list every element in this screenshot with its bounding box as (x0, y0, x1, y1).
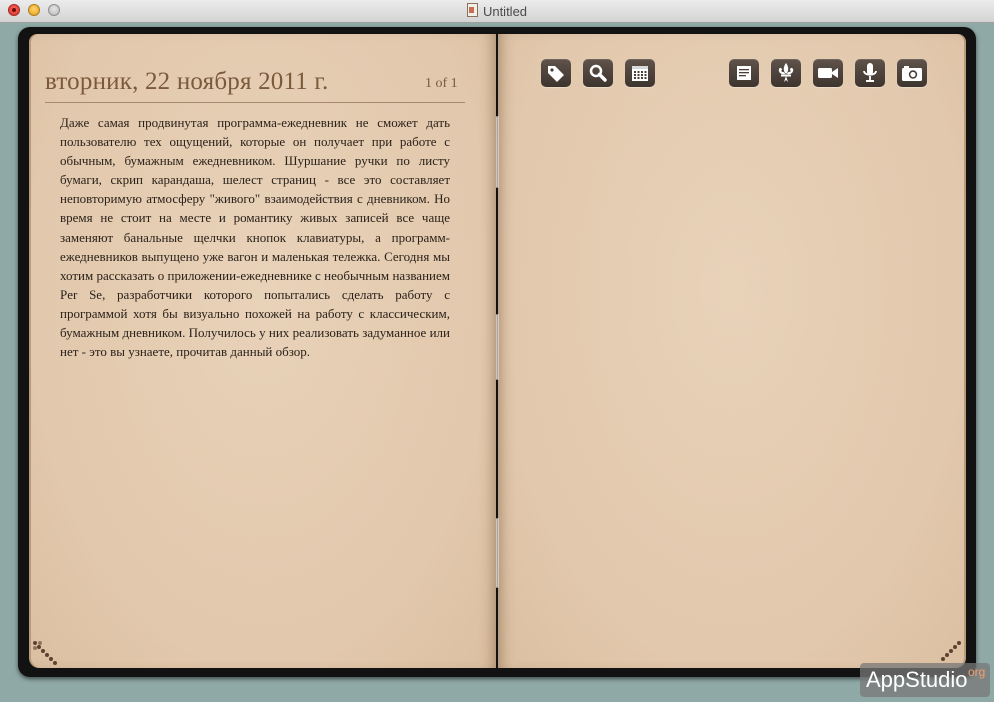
fleur-de-lis-icon (778, 63, 794, 82)
window-title-text: Untitled (482, 4, 528, 19)
tag-button[interactable] (541, 59, 571, 87)
appstudio-watermark: AppStudio org (860, 663, 990, 697)
right-page[interactable] (498, 34, 966, 668)
spine-clip (496, 314, 499, 380)
photo-button[interactable] (897, 59, 927, 87)
tag-icon (548, 66, 564, 82)
spine-clip (496, 116, 499, 188)
document-icon (737, 66, 751, 80)
video-button[interactable] (813, 59, 843, 87)
watermark-suffix: org (968, 665, 986, 679)
photo-camera-icon (902, 66, 922, 81)
diary-entry-text[interactable]: Даже самая продвинутая программа-ежеднев… (60, 113, 450, 361)
heading-divider (45, 102, 465, 103)
page-counter: 1 of 1 (425, 76, 458, 91)
document-proxy-icon[interactable] (466, 3, 478, 17)
watermark-text: AppStudio (866, 667, 968, 692)
spine-clip (496, 518, 499, 588)
calendar-icon (632, 66, 648, 81)
calendar-button[interactable] (625, 59, 655, 87)
audio-button[interactable] (855, 59, 885, 87)
search-icon (589, 64, 607, 82)
window-title: Untitled (0, 3, 994, 19)
new-text-entry-button[interactable] (729, 59, 759, 87)
window-titlebar: Untitled (0, 0, 994, 23)
microphone-icon (863, 63, 877, 82)
search-button[interactable] (583, 59, 613, 87)
video-camera-icon (818, 68, 838, 78)
insert-ornament-button[interactable] (771, 59, 801, 87)
entry-date-heading: вторник, 22 ноября 2011 г. (45, 68, 329, 95)
